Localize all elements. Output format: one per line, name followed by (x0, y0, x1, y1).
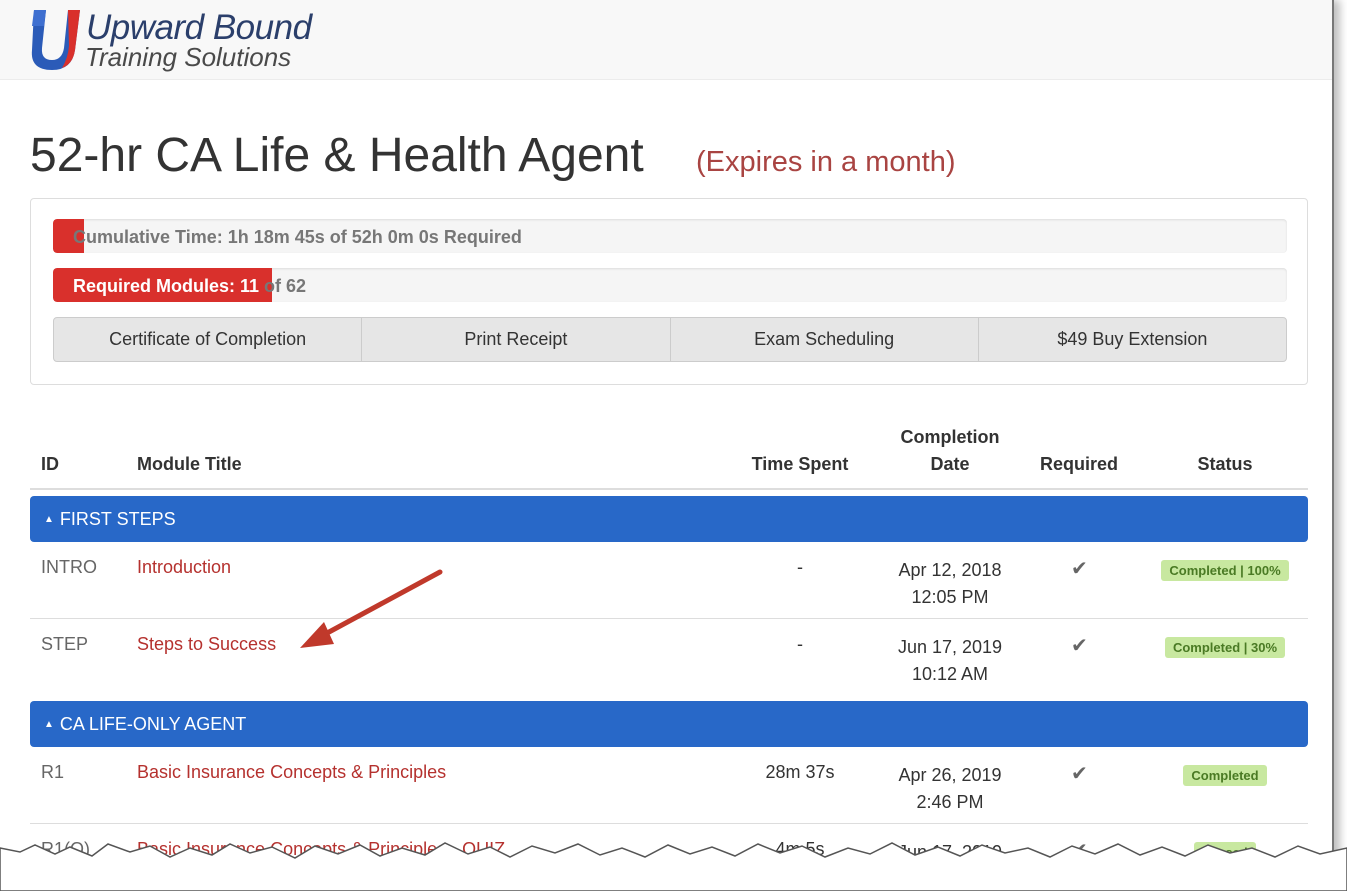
modules-progress-bar: Required Modules: 11 of 62 (53, 268, 1287, 302)
completion-date-day: Jun 17, 2019 (897, 637, 1003, 657)
completion-date-time: 2:46 PM (916, 792, 984, 812)
buy-extension-button[interactable]: $49 Buy Extension (977, 317, 1287, 362)
page-title: 52-hr CA Life & Health Agent (30, 129, 644, 182)
time-progress-bar: Cumulative Time: 1h 18m 45s of 52h 0m 0s… (53, 219, 1287, 253)
completion-date-day: Apr 26, 2019 (898, 765, 1002, 785)
modules-progress-total: of 62 (259, 276, 307, 296)
col-header-id: ID (41, 454, 59, 474)
module-id: R1 (41, 762, 65, 782)
group-header-ca-life-only-agent[interactable]: ▲ CA LIFE-ONLY AGENT (30, 701, 1308, 747)
time-progress-label: Cumulative Time: 1h 18m 45s of 52h 0m 0s… (73, 227, 522, 247)
status-cell: Completed | 30% (1138, 636, 1312, 658)
status-badge: Completed | 30% (1164, 637, 1286, 658)
brand-tagline: Training Solutions (85, 42, 292, 72)
status-cell: Completed (1138, 764, 1312, 786)
module-title-link[interactable]: Introduction (137, 557, 231, 578)
expiry-notice: (Expires in a month) (696, 146, 956, 178)
print-receipt-button[interactable]: Print Receipt (361, 317, 671, 362)
status-cell: Completed | 100% (1138, 559, 1312, 581)
table-row: R1 Basic Insurance Concepts & Principles… (30, 747, 1308, 824)
module-title-link[interactable]: Steps to Success (137, 634, 276, 655)
course-actions: Certificate of Completion Print Receipt … (53, 317, 1287, 362)
completion-date: Apr 12, 2018 12:05 PM (850, 557, 1050, 611)
table-row: STEP Steps to Success - Jun 17, 2019 10:… (30, 619, 1308, 696)
completion-date: Apr 26, 2019 2:46 PM (850, 762, 1050, 816)
logo-u-icon (31, 10, 80, 70)
col-header-title: Module Title (137, 454, 242, 474)
caret-up-icon: ▲ (44, 718, 54, 730)
completion-date: Jun 17, 2019 10:12 AM (850, 634, 1050, 688)
col-header-date-line1: Completion (900, 427, 1000, 447)
group-name: FIRST STEPS (59, 508, 176, 529)
site-header: Upward Bound Training Solutions (0, 0, 1332, 80)
modules-progress-label: Required Modules: 11 of 62 (73, 276, 306, 297)
col-header-status: Status (1197, 454, 1253, 474)
group-header-first-steps[interactable]: ▲ FIRST STEPS (30, 496, 1308, 542)
annotation-arrow-icon (300, 569, 443, 648)
status-badge: Completed (1183, 765, 1267, 786)
caret-up-icon: ▲ (44, 513, 54, 525)
exam-scheduling-button[interactable]: Exam Scheduling (669, 317, 979, 362)
checkmark-icon: ✔ (1071, 558, 1088, 580)
module-id: INTRO (41, 557, 97, 577)
module-title-link[interactable]: Basic Insurance Concepts & Principles (137, 762, 446, 783)
completion-date-time: 12:05 PM (911, 587, 989, 607)
checkmark-icon: ✔ (1071, 763, 1088, 785)
torn-edge-decoration (0, 842, 1347, 891)
module-id: STEP (41, 634, 89, 654)
browser-frame: Upward Bound Training Solutions 52-hr CA… (0, 0, 1334, 891)
course-progress-panel: Cumulative Time: 1h 18m 45s of 52h 0m 0s… (30, 198, 1308, 385)
modules-progress-count: Required Modules: 11 (73, 276, 260, 296)
brand-logo[interactable]: Upward Bound Training Solutions (28, 6, 328, 72)
certificate-button[interactable]: Certificate of Completion (53, 317, 363, 362)
table-header: ID Module Title Time Spent Completion Da… (30, 410, 1308, 490)
col-header-required: Required (1040, 454, 1119, 474)
col-header-date-line2: Date (930, 454, 970, 474)
status-badge: Completed | 100% (1161, 560, 1289, 581)
table-row: INTRO Introduction - Apr 12, 2018 12:05 … (30, 542, 1308, 619)
completion-date-time: 10:12 AM (911, 664, 989, 684)
checkmark-icon: ✔ (1071, 635, 1088, 657)
group-name: CA LIFE-ONLY AGENT (59, 713, 247, 734)
completion-date-day: Apr 12, 2018 (898, 560, 1002, 580)
